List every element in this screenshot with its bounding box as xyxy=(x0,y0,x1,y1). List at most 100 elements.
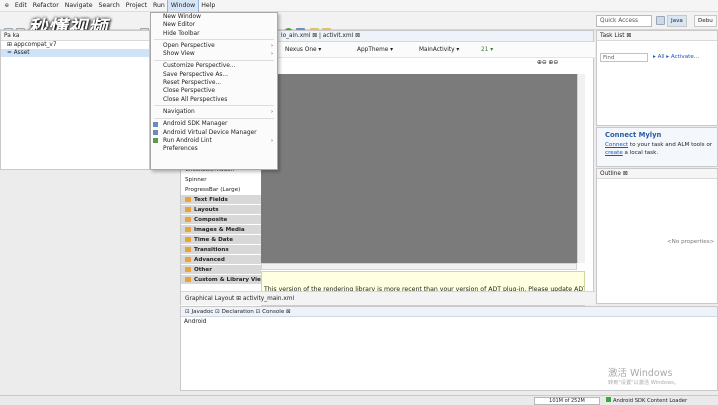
eclipse-window: e Edit Refactor Navigate Search Project Run Win… xyxy=(0,0,718,405)
palette-label: Composite xyxy=(194,217,228,223)
palette-widget[interactable]: ProgressBar (Large) xyxy=(181,185,261,195)
android-sdk-icon xyxy=(153,121,158,127)
activity-dropdown[interactable]: MainActivity ▾ xyxy=(419,42,459,58)
zoom-controls[interactable]: ⊕⊖ ⊕⊖ xyxy=(537,60,558,66)
folder-icon xyxy=(185,227,191,232)
console-output: Android xyxy=(184,319,207,325)
create-task-link[interactable]: create xyxy=(605,150,623,156)
loader-label: Android SDK Content Loader xyxy=(613,398,688,404)
tree-label: Asset xyxy=(13,50,30,56)
memory-indicator[interactable]: 101M of 252M xyxy=(534,397,600,405)
menu-item-reset-perspective[interactable]: Reset Perspective... xyxy=(151,79,277,87)
open-perspective-icon[interactable] xyxy=(656,16,665,25)
submenu-arrow-icon: › xyxy=(271,137,273,144)
palette-category[interactable]: Custom & Library View xyxy=(181,275,261,285)
folder-icon xyxy=(185,267,191,272)
menu-project[interactable]: Project xyxy=(123,0,150,12)
menu-item-close-perspective[interactable]: Close Perspective xyxy=(151,87,277,95)
theme-dropdown[interactable]: AppTheme ▾ xyxy=(357,42,393,58)
loader-status: Android SDK Content Loader xyxy=(606,396,687,405)
palette-category[interactable]: Advanced xyxy=(181,255,261,265)
folder-icon xyxy=(185,207,191,212)
menu-item-android-sdk-manager[interactable]: Android SDK Manager xyxy=(151,120,277,128)
tree-item-asset[interactable]: ≈ Asset xyxy=(1,49,149,57)
menu-help[interactable]: Help xyxy=(198,0,218,12)
mylyn-line-2: create a local task. xyxy=(597,149,717,157)
menu-item-show-view[interactable]: Show View › xyxy=(151,50,277,58)
layout-canvas[interactable] xyxy=(261,74,577,263)
task-list-title[interactable]: Task List ⊠ xyxy=(597,31,717,41)
menu-item-label: Open Perspective xyxy=(163,42,215,49)
mylyn-panel: Connect Mylyn Connect to your task and A… xyxy=(596,127,718,167)
folder-icon xyxy=(185,277,191,282)
menu-refactor[interactable]: Refactor xyxy=(30,0,62,12)
task-filter-links[interactable]: ▸ All ▸ Activate... xyxy=(653,54,699,60)
perspective-debug[interactable]: Debu xyxy=(694,15,717,27)
palette-label: Spinner xyxy=(185,177,207,183)
console-tabs[interactable]: ⊡ Javadoc ⊡ Declaration ⊡ Console ⊠ xyxy=(181,307,717,317)
menu-item-run-android-lint[interactable]: Run Android Lint › xyxy=(151,137,277,145)
api-level-dropdown[interactable]: 21 ▾ xyxy=(481,42,493,58)
tree-item-appcompat[interactable]: ⊞ appcompat_v7 xyxy=(1,41,149,49)
menu-item-hide-toolbar[interactable]: Hide Toolbar xyxy=(151,30,277,38)
palette-label: Other xyxy=(194,267,212,273)
menu-item-label: Run Android Lint xyxy=(163,137,212,144)
palette-category[interactable]: Other xyxy=(181,265,261,275)
palette-category[interactable]: Text Fields xyxy=(181,195,261,205)
palette-category[interactable]: Images & Media xyxy=(181,225,261,235)
menu-item-new-window[interactable]: New Window xyxy=(151,13,277,21)
folder-icon xyxy=(185,197,191,202)
menu-search[interactable]: Search xyxy=(96,0,123,12)
task-find-input[interactable]: Find xyxy=(600,53,648,62)
menu-item-customize-perspective[interactable]: Customize Perspective... xyxy=(151,62,277,70)
palette-category[interactable]: Layouts xyxy=(181,205,261,215)
perspective-java[interactable]: Java xyxy=(667,15,687,27)
activation-line-1: 激活 Windows xyxy=(608,368,673,379)
menu-run[interactable]: Run xyxy=(150,0,168,12)
menu-item-save-perspective-as[interactable]: Save Perspective As... xyxy=(151,71,277,79)
menu-item-label: Close Perspective xyxy=(163,88,216,95)
quick-access-input[interactable]: Quick Access xyxy=(596,15,652,27)
connect-link[interactable]: Connect xyxy=(605,142,628,148)
menu-item-label: New Window xyxy=(163,14,201,20)
menu-e[interactable]: e xyxy=(2,0,12,12)
editor-bottom-tabs[interactable]: Graphical Layout ⊞ activity_main.xml xyxy=(181,291,595,305)
palette-label: Text Fields xyxy=(194,197,228,203)
outline-panel: Outline ⊠ <No properties> xyxy=(596,168,718,304)
menu-item-label: Android Virtual Device Manager xyxy=(163,129,257,136)
palette-label: Time & Date xyxy=(194,237,234,243)
submenu-arrow-icon: › xyxy=(271,51,273,58)
menu-item-preferences[interactable]: Preferences xyxy=(151,145,277,153)
palette-widget[interactable]: Spinner xyxy=(181,175,261,185)
folder-icon xyxy=(185,257,191,262)
menu-item-open-perspective[interactable]: Open Perspective › xyxy=(151,42,277,50)
window-menu-dropdown: New Window New Editor Hide Toolbar Open Per… xyxy=(150,12,278,170)
windows-activation-watermark: 激活 Windows 转到"设置"以激活 Windows。 xyxy=(608,368,679,387)
menu-item-close-all-perspectives[interactable]: Close All Perspectives xyxy=(151,96,277,104)
menu-navigate[interactable]: Navigate xyxy=(62,0,96,12)
menu-item-navigation[interactable]: Navigation › xyxy=(151,108,277,116)
palette-category[interactable]: Transitions xyxy=(181,245,261,255)
activation-line-2: 转到"设置"以激活 Windows。 xyxy=(608,380,680,386)
package-explorer-title[interactable]: Pa ka xyxy=(1,31,149,41)
palette-label: Layouts xyxy=(194,207,219,213)
loader-icon xyxy=(606,397,611,402)
menu-item-android-virtual-device-manager[interactable]: Android Virtual Device Manager xyxy=(151,129,277,137)
menu-edit[interactable]: Edit xyxy=(12,0,30,12)
menu-separator xyxy=(154,105,274,107)
palette: Checkbox/Hidden Spinner ProgressBar (Large… xyxy=(181,165,261,306)
device-dropdown[interactable]: Nexus One ▾ xyxy=(285,42,321,58)
menu-window[interactable]: Window xyxy=(166,0,200,13)
menu-item-new-editor[interactable]: New Editor xyxy=(151,21,277,29)
palette-label: Advanced xyxy=(194,257,225,263)
status-bar: 101M of 252M Android SDK Content Loader xyxy=(0,395,718,405)
outline-title[interactable]: Outline ⊠ xyxy=(597,169,717,179)
palette-category[interactable]: Time & Date xyxy=(181,235,261,245)
palette-label: Transitions xyxy=(194,247,229,253)
canvas-horizontal-scrollbar[interactable] xyxy=(261,263,577,270)
menu-bar: e Edit Refactor Navigate Search Project Run Win… xyxy=(0,0,718,13)
canvas-vertical-scrollbar[interactable] xyxy=(577,74,585,263)
lint-icon xyxy=(153,138,158,144)
mylyn-line-1-text: to your task and ALM tools or xyxy=(628,142,713,148)
palette-category[interactable]: Composite xyxy=(181,215,261,225)
